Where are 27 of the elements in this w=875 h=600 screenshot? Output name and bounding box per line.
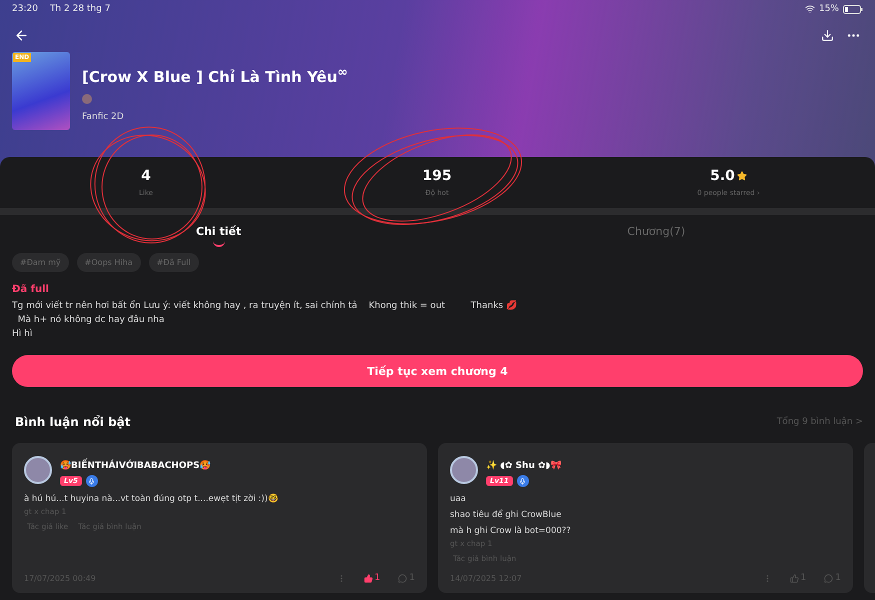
status-time: 23:20 <box>12 4 38 14</box>
like-button[interactable]: 1 <box>364 573 380 583</box>
rating-value: 5.0 <box>710 168 735 184</box>
section-title: Bình luận nổi bật <box>15 415 130 429</box>
stat-value: 4 <box>141 168 151 184</box>
tag-chip[interactable]: #Đam mỹ <box>12 253 69 272</box>
status-date: Th 2 28 thg 7 <box>50 4 110 14</box>
description-line: Tg mới viết tr nên hơi bất ổn Lưu ý: viết không hay , ra truyện ít, sai chính tả Khong thik = out Thanks 💋 <box>12 299 518 313</box>
tab[interactable]: Chương(7) <box>619 220 694 248</box>
battery-percent: 15% <box>818 4 839 14</box>
comment-text: uaa <box>450 493 467 506</box>
tab[interactable]: Chi tiết <box>188 220 250 248</box>
description-line: Mà h+ nó không dc hay đâu nha <box>16 314 166 327</box>
book-title: [Crow X Blue ] Chỉ Là Tình Yêu$^{∞}$ <box>82 64 348 86</box>
status-label: Đã full <box>12 284 50 295</box>
comment-text: mà h ghi Crow là bot=000?? <box>450 525 572 538</box>
continue-button[interactable]: Tiếp tục xem chương 4 <box>12 355 863 387</box>
user-name: ✨ ◖✿ Shu ✿◗🎀 <box>486 461 562 471</box>
stat-value: 195 <box>422 168 452 184</box>
user-name: 🥵BIẾNTHÁIVỚIBABACHOPS🥵 <box>60 461 211 471</box>
comment-text: à hú hú...t huyina nà...vt toàn đúng otp t....ewẹt tịt zời :))🤓 <box>24 492 280 506</box>
tag-chip[interactable]: #Đã Full <box>148 253 199 272</box>
total-comments-link[interactable]: Tổng 9 bình luận > <box>776 417 863 427</box>
comment-text: shao tiêu để ghi CrowBlue <box>450 508 562 522</box>
tag-chip[interactable]: #Oops Hiha <box>76 253 141 272</box>
description-line: Hì hì <box>12 328 34 341</box>
book-category: Fanfic 2D <box>82 112 125 122</box>
